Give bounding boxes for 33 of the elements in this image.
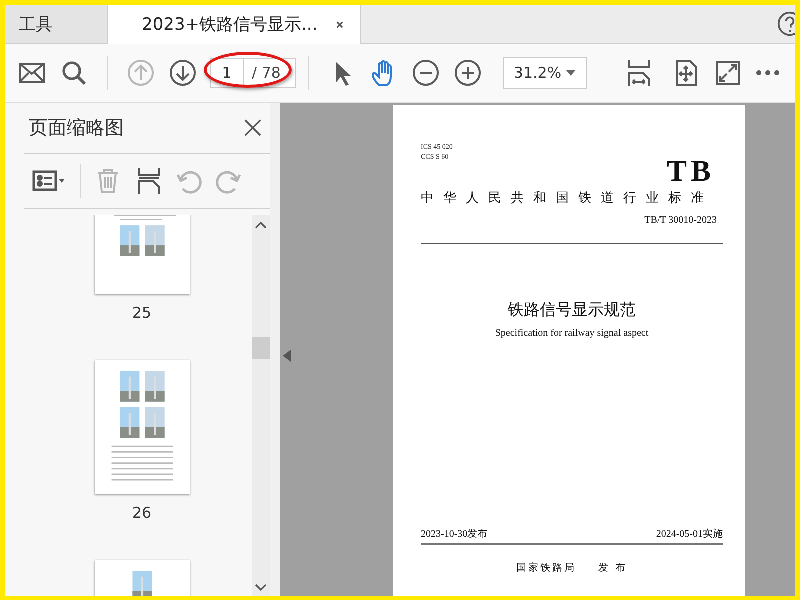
collapse-arrow-icon[interactable] [283,350,291,362]
full-screen-button[interactable] [714,59,742,87]
issue-date: 2023-10-30发布 [421,528,488,541]
effective-date: 2024-05-01实施 [656,528,723,541]
panel-title: 页面缩略图 [29,116,124,141]
page-thumbnail[interactable] [94,360,190,494]
zoom-dropdown[interactable]: 31.2% [502,57,587,89]
close-icon[interactable] [242,117,264,139]
publisher: 国家铁路局 [516,562,576,575]
down-arrow-button[interactable] [169,59,197,87]
publish-label: 发 布 [598,562,628,575]
page-number-label: 26 [132,504,152,522]
document-subtitle: Specification for railway signal aspect [495,328,649,339]
tab[interactable]: 2023+铁路信号显示... [108,5,361,44]
page-extract-icon[interactable] [135,167,163,195]
more-button[interactable] [756,70,780,76]
search-icon[interactable] [60,59,88,87]
scroll-down-icon[interactable] [255,584,267,592]
scroll-thumb[interactable] [252,337,270,359]
page-thumbnail[interactable] [94,215,190,294]
tab[interactable]: 工具 [5,5,108,43]
standard-number: TB/T 30010-2023 [644,215,717,226]
standard-category: 中华人民共和国铁道行业标准 [421,190,714,207]
view-options-button[interactable] [30,168,68,194]
scroll-up-icon[interactable] [255,221,267,229]
zoom-out-button[interactable] [412,59,440,87]
scrollbar[interactable] [252,215,270,596]
document-title: 铁路信号显示规范 [508,300,636,321]
page-number-field[interactable]: 1 [210,58,244,88]
page-number-label: 25 [132,304,152,322]
caret-icon [566,70,576,76]
zoom-in-button[interactable] [454,59,482,87]
standard-logo: TB [666,159,715,185]
